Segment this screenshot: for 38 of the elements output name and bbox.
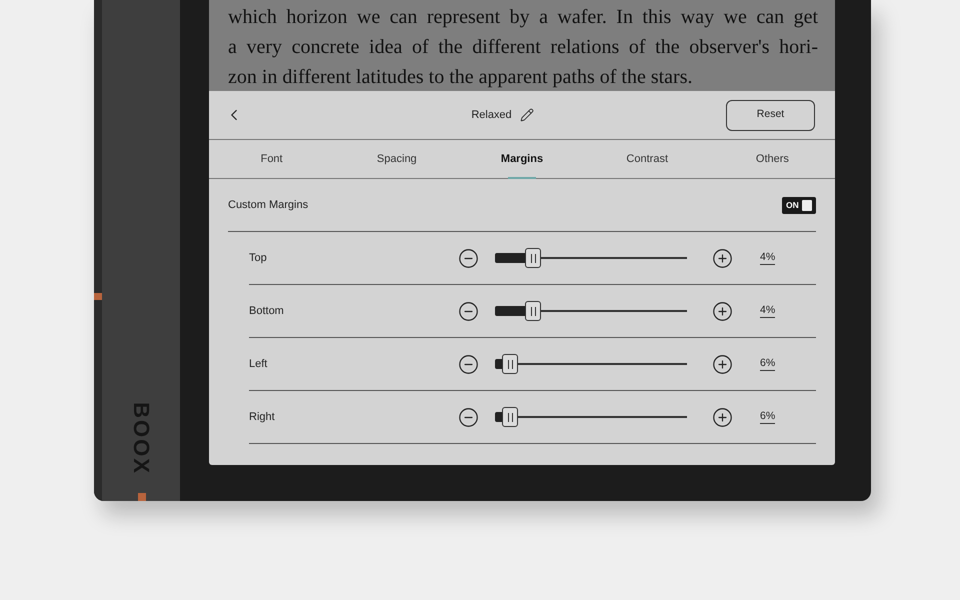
- book-paragraph: which horizon we can represent by a wafer. In this way we can get a very concrete idea of the different relations of the observer's hori- zon in different latitudes to the apparent paths of the stars.: [228, 5, 818, 90]
- minus-icon[interactable]: [458, 300, 479, 322]
- custom-margins-label: Custom Margins: [228, 198, 308, 213]
- slider-thumb[interactable]: [502, 407, 518, 427]
- margin-label: Bottom: [249, 304, 285, 319]
- spine-accent: [138, 493, 146, 501]
- tab[interactable]: Spacing: [334, 140, 460, 178]
- minus-icon[interactable]: [458, 248, 479, 268]
- margin-value[interactable]: 6%: [760, 410, 776, 424]
- slider-track[interactable]: [495, 301, 687, 321]
- toggle-switch[interactable]: ON: [782, 196, 816, 214]
- preset-title: Relaxed: [471, 108, 512, 123]
- slider-thumb[interactable]: [525, 248, 542, 268]
- slider-track[interactable]: [495, 407, 687, 427]
- plus-icon[interactable]: [712, 300, 733, 322]
- margin-label: Top: [249, 250, 268, 266]
- tab[interactable]: Margins: [459, 140, 585, 178]
- slider-track[interactable]: [495, 354, 687, 374]
- plus-icon[interactable]: [712, 248, 733, 268]
- minus-icon[interactable]: [458, 354, 479, 374]
- reset-button[interactable]: Reset: [726, 100, 815, 130]
- tab[interactable]: Font: [209, 140, 334, 178]
- minus-icon[interactable]: [458, 406, 479, 428]
- margin-value[interactable]: 6%: [760, 357, 776, 371]
- slider-thumb[interactable]: [525, 301, 542, 321]
- margin-value[interactable]: 4%: [760, 251, 776, 265]
- spine-accent: [94, 293, 102, 300]
- slider-track[interactable]: [495, 248, 687, 268]
- plus-icon[interactable]: [712, 406, 733, 428]
- slider-thumb[interactable]: [502, 354, 518, 374]
- margin-label: Left: [249, 356, 268, 372]
- edit-icon[interactable]: [520, 108, 534, 122]
- margin-value[interactable]: 4%: [760, 304, 776, 318]
- tab-underline: [508, 177, 536, 179]
- tab[interactable]: Others: [710, 140, 836, 178]
- tab[interactable]: Contrast: [584, 140, 710, 178]
- plus-icon[interactable]: [712, 354, 733, 374]
- margin-label: Right: [249, 410, 276, 425]
